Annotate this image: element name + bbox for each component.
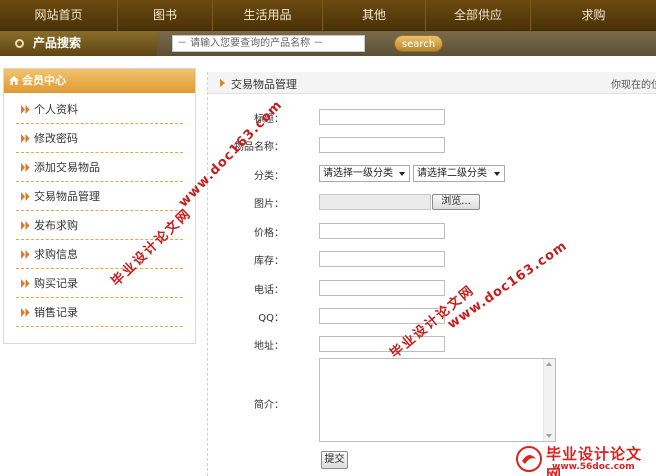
- sidebar-item-label: 添加交易物品: [34, 161, 100, 174]
- home-icon: [9, 76, 19, 85]
- category-level2-value: 请选择二级分类: [417, 168, 487, 179]
- sidebar-item-profile[interactable]: 个人资料: [16, 95, 183, 124]
- logo-url: www.56doc.com: [552, 462, 635, 472]
- sidebar-item-label: 个人资料: [34, 103, 78, 116]
- top-nav: 网站首页 图书 生活用品 其他 全部供应 求购: [0, 0, 656, 31]
- sidebar-item-purchase-records[interactable]: 购买记录: [16, 269, 183, 298]
- double-arrow-icon: [21, 308, 30, 317]
- sidebar-title: 会员中心: [22, 74, 66, 87]
- category-level1-select[interactable]: 请选择一级分类: [319, 165, 410, 182]
- sidebar-item-add-item[interactable]: 添加交易物品: [16, 153, 183, 182]
- sidebar-item-change-password[interactable]: 修改密码: [16, 124, 183, 153]
- category-level2-select[interactable]: 请选择二级分类: [413, 165, 505, 182]
- scroll-up-icon[interactable]: [546, 362, 552, 366]
- double-arrow-icon: [21, 134, 30, 143]
- image-file-field[interactable]: [319, 194, 431, 210]
- double-arrow-icon: [21, 192, 30, 201]
- nav-item-all-supply[interactable]: 全部供应: [426, 0, 531, 31]
- search-label-area: 产品搜索: [0, 31, 157, 56]
- item-name-field[interactable]: [319, 137, 445, 153]
- sidebar-header: 会员中心: [4, 69, 195, 93]
- submit-button[interactable]: 提交: [321, 451, 348, 469]
- search-bar: 产品搜索 － 请输入您要查询的产品名称 － search: [0, 31, 656, 56]
- nav-item-wanted[interactable]: 求购: [531, 0, 656, 31]
- main-panel: 交易物品管理 你现在的位 标题： 物品名称： 分类： 请选择一级分类 请选择二级…: [207, 72, 656, 476]
- title-field[interactable]: [319, 109, 445, 125]
- qq-label: QQ：: [258, 313, 284, 324]
- intro-label: 简介：: [254, 400, 284, 411]
- sidebar-item-manage-items[interactable]: 交易物品管理: [16, 182, 183, 211]
- chevron-down-icon: [399, 172, 405, 176]
- stock-label: 库存：: [254, 256, 284, 267]
- sidebar-item-label: 购买记录: [34, 277, 78, 290]
- scrollbar[interactable]: [543, 359, 555, 441]
- sidebar-item-label: 修改密码: [34, 132, 78, 145]
- sidebar-item-label: 求购信息: [34, 248, 78, 261]
- price-label: 价格：: [254, 228, 284, 239]
- sidebar-item-label: 销售记录: [34, 306, 78, 319]
- search-label: 产品搜索: [33, 36, 82, 50]
- nav-item-books[interactable]: 图书: [118, 0, 213, 31]
- address-label: 地址：: [254, 341, 284, 352]
- category-level1-value: 请选择一级分类: [323, 168, 393, 179]
- phone-label: 电话：: [254, 285, 284, 296]
- site-logo: 毕业设计论文网 www.56doc.com: [512, 443, 656, 476]
- member-sidebar: 会员中心 个人资料 修改密码 添加交易物品 交易物品管理 发布求购 求购信息 购…: [3, 68, 196, 344]
- sidebar-item-label: 发布求购: [34, 219, 78, 232]
- double-arrow-icon: [21, 250, 30, 259]
- search-input[interactable]: － 请输入您要查询的产品名称 －: [172, 35, 365, 52]
- image-label: 图片：: [254, 199, 284, 210]
- nav-item-daily-goods[interactable]: 生活用品: [213, 0, 323, 31]
- main-header: 交易物品管理 你现在的位: [208, 72, 656, 94]
- double-arrow-icon: [21, 221, 30, 230]
- stock-field[interactable]: [319, 251, 445, 267]
- double-arrow-icon: [21, 279, 30, 288]
- breadcrumb: 你现在的位: [611, 80, 656, 91]
- phone-field[interactable]: [319, 280, 445, 296]
- sidebar-item-sales-records[interactable]: 销售记录: [16, 298, 183, 327]
- chevron-down-icon: [494, 172, 500, 176]
- price-field[interactable]: [319, 223, 445, 239]
- double-arrow-icon: [21, 105, 30, 114]
- browse-button[interactable]: 浏览...: [432, 194, 480, 210]
- nav-item-home[interactable]: 网站首页: [0, 0, 118, 31]
- circle-icon: [15, 39, 24, 48]
- page-title: 交易物品管理: [231, 78, 297, 91]
- triangle-right-icon: [220, 79, 225, 87]
- scroll-down-icon[interactable]: [546, 434, 552, 438]
- search-button[interactable]: search: [394, 35, 443, 52]
- double-arrow-icon: [21, 163, 30, 172]
- sidebar-item-label: 交易物品管理: [34, 190, 100, 203]
- nav-item-other[interactable]: 其他: [323, 0, 426, 31]
- sidebar-list: 个人资料 修改密码 添加交易物品 交易物品管理 发布求购 求购信息 购买记录 销…: [4, 93, 195, 327]
- intro-textarea[interactable]: [319, 358, 556, 442]
- logo-icon: [516, 446, 542, 472]
- address-field[interactable]: [319, 336, 445, 352]
